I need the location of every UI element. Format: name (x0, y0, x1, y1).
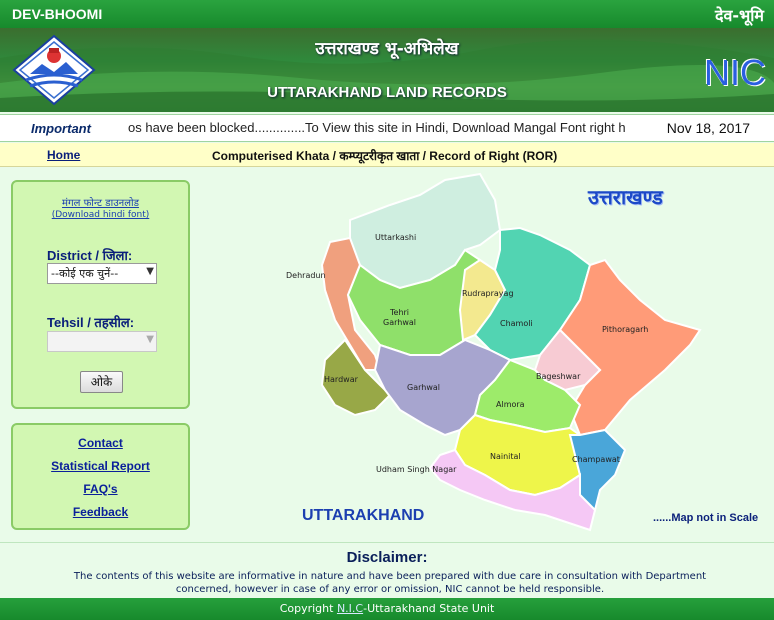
banner-hindi-title: उत्तराखण्ड भू-अभिलेख (315, 39, 459, 59)
nic-logo: NIC (704, 52, 766, 93)
current-date: Nov 18, 2017 (666, 120, 750, 136)
district-select[interactable]: --कोई एक चुनें-- ▼ (47, 263, 157, 284)
map-label-chamoli: Chamoli (500, 319, 533, 328)
map-label-tehri-garhwal: Garhwal (383, 318, 416, 327)
map-label-almora: Almora (496, 400, 525, 409)
search-panel: मंगल फोन्ट डाउनलोड (Download hindi font)… (11, 180, 190, 409)
nav-bar: Home Computerised Khata / कम्प्यूटरीकृत … (0, 143, 774, 167)
map-label-bageshwar: Bageshwar (536, 372, 581, 381)
page-breadcrumb: Computerised Khata / कम्प्यूटरीकृत खाता … (212, 149, 558, 163)
ok-button[interactable]: ओके (80, 371, 123, 393)
footer-copyright-prefix: Copyright (279, 602, 337, 615)
faq-link[interactable]: FAQ's (13, 482, 188, 496)
nic-link[interactable]: N.I.C (337, 602, 363, 615)
map-label-rudraprayag: Rudraprayag (462, 289, 514, 298)
tehsil-select[interactable]: ▼ (47, 331, 157, 352)
uttarakhand-district-map: Uttarkashi Dehradun Tehri Garhwal Rudrap… (286, 172, 702, 532)
banner-english-title: UTTARAKHAND LAND RECORDS (267, 84, 507, 101)
map-label-nainital: Nainital (490, 452, 521, 461)
map-label-uttarkashi: Uttarkashi (375, 233, 416, 242)
home-link[interactable]: Home (47, 148, 80, 162)
top-bar: DEV-BHOOMI देव-भूमि (0, 0, 774, 28)
statistical-report-link[interactable]: Statistical Report (13, 459, 188, 473)
disclaimer-title: Disclaimer: (346, 549, 428, 566)
map-label-haridwar: Hardwar (324, 375, 359, 384)
disclaimer-section: Disclaimer: The contents of this website… (0, 542, 774, 598)
map-scale-note: ......Map not in Scale (653, 512, 759, 524)
map-label-garhwal: Garhwal (407, 383, 440, 392)
site-title-english: DEV-BHOOMI (12, 6, 103, 22)
feedback-link[interactable]: Feedback (13, 505, 188, 519)
ticker-message: os have been blocked..............To Vie… (128, 120, 626, 135)
map-label-champawat: Champawat (572, 455, 620, 464)
footer-copyright-suffix: -Uttarakhand State Unit (363, 602, 495, 615)
hindi-font-download-link-english[interactable]: (Download hindi font) (13, 210, 188, 220)
map-label-dehradun: Dehradun (286, 271, 326, 280)
site-title-hindi: देव-भूमि (715, 6, 764, 25)
district-label: District / जिला: (47, 248, 133, 263)
footer: Copyright N.I.C-Uttarakhand State Unit (0, 598, 774, 620)
hindi-font-download-link[interactable]: मंगल फोन्ट डाउनलोड (13, 195, 188, 209)
map-label-pithoragarh: Pithoragarh (602, 325, 648, 334)
chevron-down-icon: ▼ (146, 334, 154, 345)
tehsil-label: Tehsil / तहसील: (47, 315, 135, 330)
announcement-ticker: Important os have been blocked..........… (0, 114, 774, 142)
map-label-tehri: Tehri (389, 308, 409, 317)
ticker-label: Important (31, 121, 91, 136)
chevron-down-icon: ▼ (146, 266, 154, 277)
disclaimer-text: The contents of this website are informa… (73, 571, 707, 595)
header-banner: उत्तराखण्ड भू-अभिलेख UTTARAKHAND LAND RE… (0, 28, 774, 112)
map-title-english: UTTARAKHAND (302, 507, 425, 524)
map-title-hindi: उत्तराखण्ड (588, 185, 663, 209)
quick-links-panel: Contact Statistical Report FAQ's Feedbac… (11, 423, 190, 530)
contact-link[interactable]: Contact (13, 436, 188, 450)
map-label-udham-singh-nagar: Udham Singh Nagar (376, 465, 457, 474)
district-select-value: --कोई एक चुनें-- (51, 267, 119, 280)
